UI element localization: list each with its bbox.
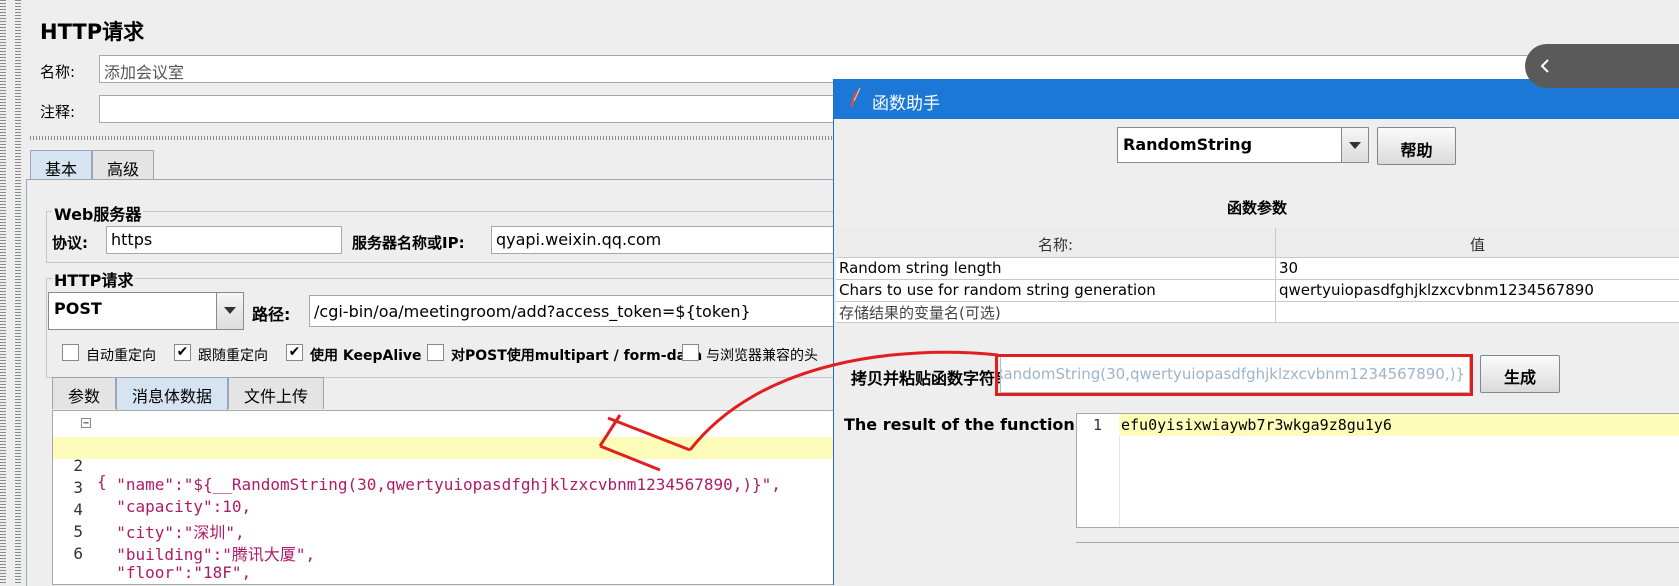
collapse-handle[interactable] (1525, 44, 1679, 88)
annotation-arrow (598, 350, 999, 472)
chevron-left-icon[interactable] (1538, 58, 1552, 74)
